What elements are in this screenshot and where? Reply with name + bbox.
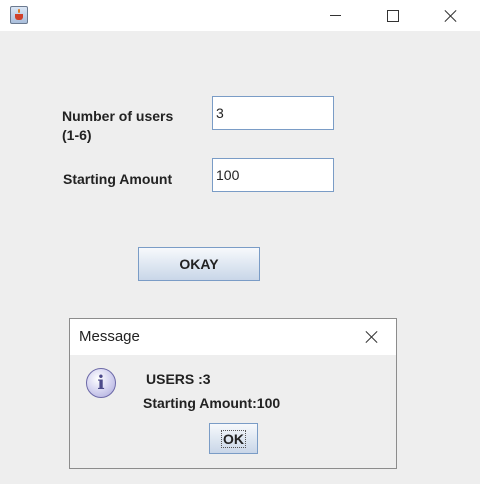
title-bar[interactable] bbox=[0, 0, 480, 31]
dialog-title: Message bbox=[79, 328, 140, 345]
minimize-button[interactable] bbox=[306, 0, 364, 31]
users-label: Number of users (1-6) bbox=[62, 108, 174, 143]
maximize-icon bbox=[387, 9, 399, 22]
ok-button[interactable]: OK bbox=[209, 423, 258, 454]
dialog-close-icon[interactable] bbox=[360, 325, 384, 349]
info-icon: i bbox=[86, 368, 116, 398]
starting-amount-input[interactable] bbox=[212, 158, 334, 192]
java-cup-icon[interactable] bbox=[10, 6, 28, 24]
users-input[interactable] bbox=[212, 96, 334, 130]
starting-amount-label: Starting Amount bbox=[63, 171, 173, 187]
maximize-button[interactable] bbox=[364, 0, 422, 31]
ok-button-label: OK bbox=[221, 429, 246, 448]
dialog-title-bar[interactable]: Message bbox=[70, 319, 396, 355]
message-users-text: USERS :3 bbox=[146, 371, 211, 387]
message-amount-text: Starting Amount:100 bbox=[143, 395, 281, 411]
steam-shape bbox=[18, 9, 20, 13]
message-dialog: Message i USERS :3 Starting Amount:100 O… bbox=[69, 318, 397, 469]
main-window: Number of users (1-6) Starting Amount OK… bbox=[0, 0, 480, 484]
close-icon bbox=[444, 9, 458, 23]
cup-shape bbox=[15, 14, 23, 20]
okay-button[interactable]: OKAY bbox=[138, 247, 260, 281]
minimize-icon bbox=[329, 15, 341, 16]
close-button[interactable] bbox=[422, 0, 480, 31]
